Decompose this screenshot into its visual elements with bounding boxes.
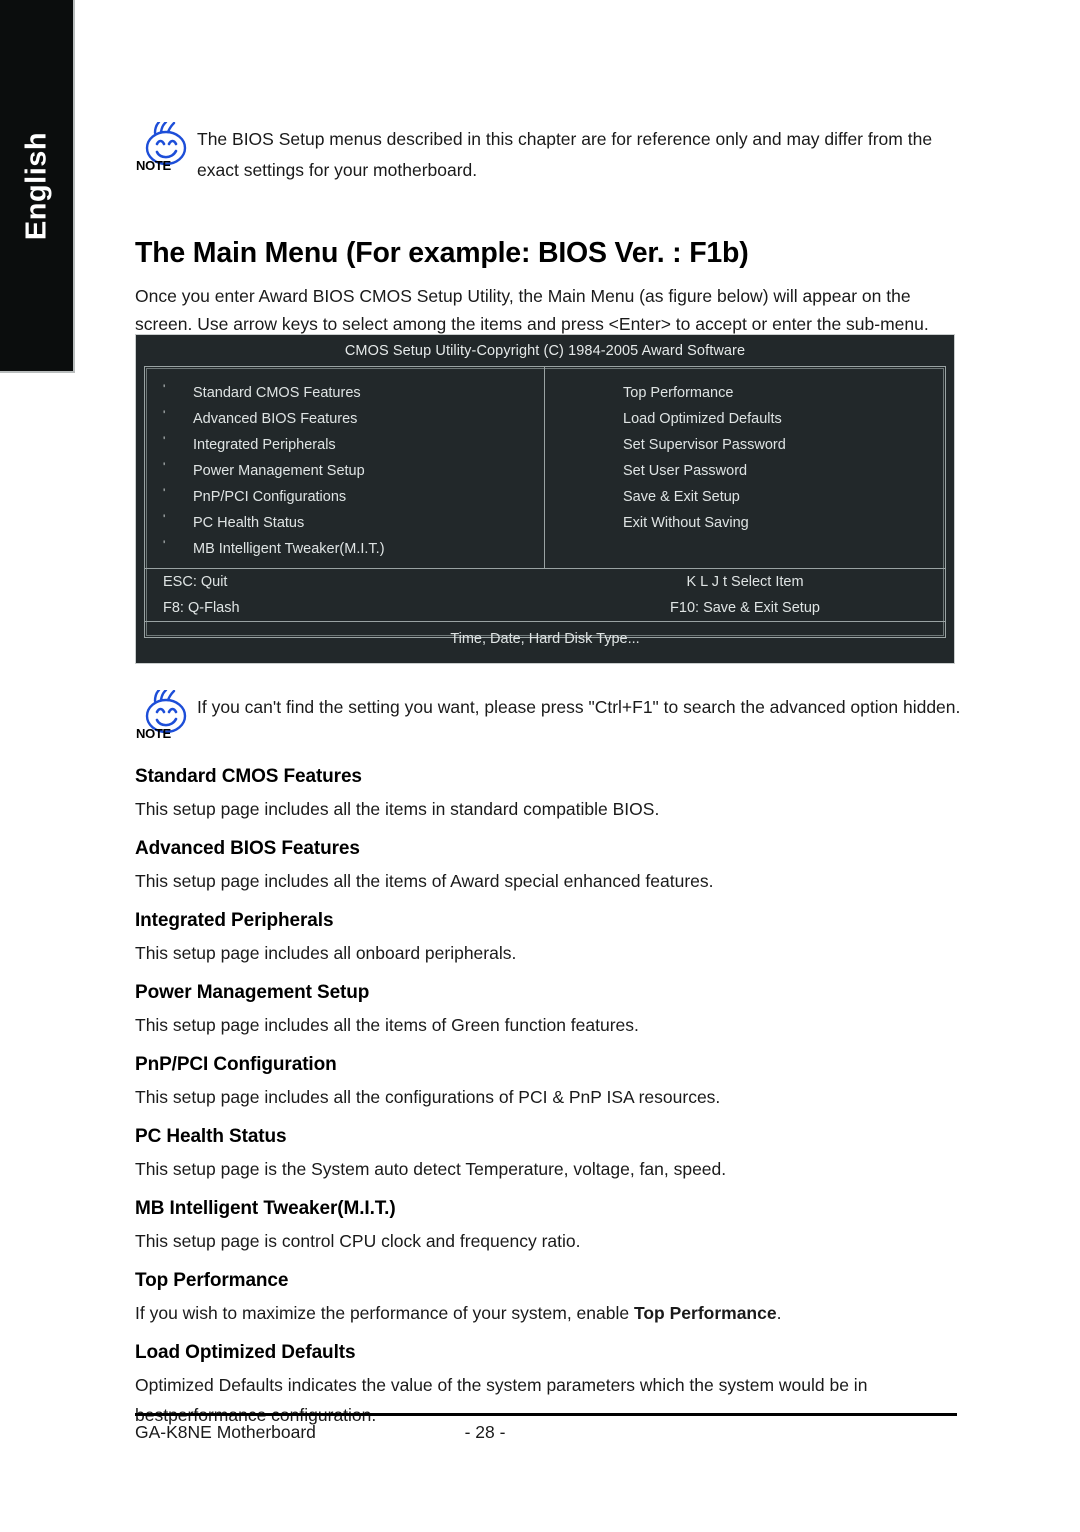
section-body: Optimized Defaults indicates the value o… — [135, 1375, 868, 1425]
section-list: Standard CMOS Features This setup page i… — [135, 766, 961, 1444]
section-heading: Top Performance — [135, 1270, 289, 1291]
bios-panel: ' Standard CMOS Features ' Advanced BIOS… — [144, 366, 946, 647]
bullet-icon: ' — [163, 460, 166, 474]
language-tab: English — [0, 0, 75, 373]
section-load-optimized-defaults: Load Optimized Defaults Optimized Defaul… — [135, 1342, 961, 1430]
bullet-icon: ' — [163, 512, 166, 526]
section-body-emphasis: Top Performance — [633, 1303, 777, 1323]
bios-menu-item-label: Set Supervisor Password — [623, 437, 786, 453]
section-heading: Load Optimized Defaults — [135, 1342, 356, 1363]
note-callout-top: NOTE The BIOS Setup menus described in t… — [135, 122, 961, 186]
section-heading: PC Health Status — [135, 1126, 287, 1147]
bios-menu-item[interactable]: ' Standard CMOS Features — [145, 380, 544, 406]
section-mb-intelligent-tweaker: MB Intelligent Tweaker(M.I.T.) This setu… — [135, 1198, 961, 1256]
section-heading: PnP/PCI Configuration — [135, 1054, 337, 1075]
bios-key-hint-esc: ESC: Quit — [163, 574, 228, 590]
bios-menu-item-label: Load Optimized Defaults — [623, 411, 782, 427]
section-body: If you wish to maximize the performance … — [135, 1298, 961, 1328]
note-callout-bottom: NOTE If you can't find the setting you w… — [135, 690, 961, 748]
section-body: This setup page includes all the items o… — [135, 871, 714, 891]
bios-menu-left-column: ' Standard CMOS Features ' Advanced BIOS… — [145, 367, 545, 568]
bios-menu-item[interactable]: ' Integrated Peripherals — [145, 432, 544, 458]
bullet-icon: ' — [163, 486, 166, 500]
bios-menu-item-label: Exit Without Saving — [623, 515, 749, 531]
section-advanced-bios-features: Advanced BIOS Features This setup page i… — [135, 838, 961, 896]
bios-menu-item[interactable]: ' PC Health Status — [145, 510, 544, 536]
bios-menu-item[interactable]: Set Supervisor Password — [545, 432, 945, 458]
bios-menu-item[interactable]: Load Optimized Defaults — [545, 406, 945, 432]
bios-menu-item[interactable]: Set User Password — [545, 458, 945, 484]
footer-page-number: - 28 - — [464, 1422, 506, 1442]
footer-divider — [135, 1413, 957, 1416]
bios-menu-item-label: Save & Exit Setup — [623, 489, 740, 505]
bios-menu-item-label: Set User Password — [623, 463, 748, 479]
section-heading: MB Intelligent Tweaker(M.I.T.) — [135, 1198, 396, 1219]
note-label: NOTE — [136, 726, 171, 741]
bios-menu-item[interactable]: Exit Without Saving — [545, 510, 945, 536]
section-integrated-peripherals: Integrated Peripherals This setup page i… — [135, 910, 961, 968]
bios-key-row: F8: Q-Flash F10: Save & Exit Setup — [145, 595, 945, 621]
section-heading: Power Management Setup — [135, 982, 370, 1003]
section-body: This setup page is control CPU clock and… — [135, 1231, 581, 1251]
bullet-icon: ' — [163, 382, 166, 396]
bios-menu-item-label: Top Performance — [623, 385, 734, 401]
bios-menu-item-label: Integrated Peripherals — [193, 437, 336, 453]
section-body-pre: If you wish to maximize the performance … — [135, 1303, 634, 1323]
bios-key-hint-arrows: K L J t Select Item — [686, 574, 804, 590]
bios-key-hint-f8: F8: Q-Flash — [163, 600, 240, 616]
section-body: This setup page is the System auto detec… — [135, 1159, 727, 1179]
bios-menu-item[interactable]: ' PnP/PCI Configurations — [145, 484, 544, 510]
bios-key-hints: ESC: Quit K L J t Select Item F8: Q-Flas… — [145, 569, 945, 622]
section-heading: Integrated Peripherals — [135, 910, 334, 931]
bios-title-bar: CMOS Setup Utility-Copyright (C) 1984-20… — [344, 343, 746, 359]
bios-menu-item-label: Power Management Setup — [193, 463, 365, 479]
bios-setup-screenshot: CMOS Setup Utility-Copyright (C) 1984-20… — [135, 334, 955, 664]
bios-menu-item[interactable]: Save & Exit Setup — [545, 484, 945, 510]
section-power-management-setup: Power Management Setup This setup page i… — [135, 982, 961, 1040]
bios-key-hint-f10: F10: Save & Exit Setup — [670, 600, 820, 616]
section-heading: Standard CMOS Features — [135, 766, 362, 787]
bios-menu-item-label: MB Intelligent Tweaker(M.I.T.) — [193, 541, 385, 557]
section-body-post: . — [776, 1303, 782, 1323]
bios-menu-item[interactable]: Top Performance — [545, 380, 945, 406]
bios-menu-item[interactable]: ' Power Management Setup — [145, 458, 544, 484]
section-pc-health-status: PC Health Status This setup page is the … — [135, 1126, 961, 1184]
bios-menu-item[interactable]: ' Advanced BIOS Features — [145, 406, 544, 432]
bios-menu-item-label: Standard CMOS Features — [193, 385, 361, 401]
bios-key-row: ESC: Quit K L J t Select Item — [145, 569, 945, 595]
note-smiley-icon: NOTE — [135, 122, 197, 180]
section-pnp-pci-configuration: PnP/PCI Configuration This setup page in… — [135, 1054, 961, 1112]
note-smiley-icon: NOTE — [135, 690, 197, 748]
section-body: This setup page includes all the configu… — [135, 1087, 721, 1107]
bios-menu: ' Standard CMOS Features ' Advanced BIOS… — [145, 367, 945, 569]
bullet-icon: ' — [163, 434, 166, 448]
section-heading: Advanced BIOS Features — [135, 838, 360, 859]
section-body: This setup page includes all the items o… — [135, 1015, 639, 1035]
language-tab-label: English — [20, 131, 52, 240]
intro-paragraph: Once you enter Award BIOS CMOS Setup Uti… — [135, 285, 929, 334]
note-bottom-text: If you can't find the setting you want, … — [197, 697, 961, 717]
page-title: The Main Menu (For example: BIOS Ver. : … — [135, 237, 749, 270]
bios-status-bar: Time, Date, Hard Disk Type... — [450, 631, 640, 647]
section-top-performance: Top Performance If you wish to maximize … — [135, 1270, 961, 1328]
bios-menu-item[interactable]: ' MB Intelligent Tweaker(M.I.T.) — [145, 536, 544, 562]
bios-menu-right-column: Top Performance Load Optimized Defaults … — [545, 367, 945, 568]
bios-menu-item-label: PC Health Status — [193, 515, 305, 531]
bullet-icon: ' — [163, 408, 166, 422]
section-body: This setup page includes all the items i… — [135, 799, 660, 819]
bullet-icon: ' — [163, 538, 166, 552]
page-content: NOTE The BIOS Setup menus described in t… — [128, 0, 968, 1532]
note-top-text: The BIOS Setup menus described in this c… — [197, 129, 933, 180]
bios-menu-item-label: Advanced BIOS Features — [193, 411, 358, 427]
section-standard-cmos-features: Standard CMOS Features This setup page i… — [135, 766, 961, 824]
bios-menu-item-label: PnP/PCI Configurations — [193, 489, 347, 505]
section-body: This setup page includes all onboard per… — [135, 943, 517, 963]
note-label: NOTE — [136, 158, 171, 173]
